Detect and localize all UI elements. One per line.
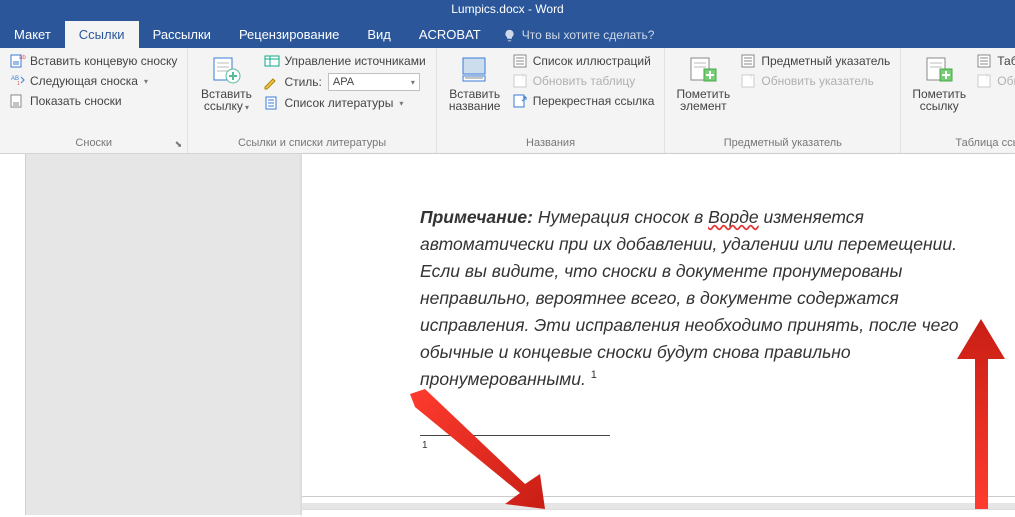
footnote-number[interactable]: 1 bbox=[422, 440, 993, 451]
group-label: Таблица ссылок bbox=[909, 135, 1015, 151]
group-label: Предметный указатель bbox=[673, 135, 892, 151]
svg-text:!: ! bbox=[750, 74, 752, 81]
tab-references[interactable]: Ссылки bbox=[65, 21, 139, 48]
tab-acrobat[interactable]: ACROBAT bbox=[405, 21, 495, 48]
update-icon: ! bbox=[513, 73, 529, 89]
tab-view[interactable]: Вид bbox=[353, 21, 405, 48]
cross-ref-icon bbox=[513, 93, 529, 109]
group-label: Ссылки и списки литературы bbox=[196, 135, 427, 151]
illustrations-icon bbox=[513, 53, 529, 69]
ribbon: ab Вставить концевую сноску AB1 Следующа… bbox=[0, 48, 1015, 154]
update-icon: ! bbox=[977, 73, 993, 89]
svg-text:!: ! bbox=[522, 74, 524, 81]
cross-reference-button[interactable]: Перекрестная ссылка bbox=[511, 92, 657, 110]
group-captions: Вставить название Список иллюстраций ! О… bbox=[437, 48, 666, 153]
style-icon bbox=[262, 74, 278, 90]
show-notes-icon bbox=[10, 93, 26, 109]
group-footnotes: ab Вставить концевую сноску AB1 Следующа… bbox=[0, 48, 188, 153]
svg-text:!: ! bbox=[986, 74, 988, 81]
vertical-ruler[interactable] bbox=[0, 154, 26, 515]
chevron-down-icon: ▾ bbox=[144, 77, 148, 86]
page[interactable]: Примечание: Нумерация сносок в Ворде изм… bbox=[302, 154, 1015, 515]
insert-toa-button[interactable]: Таблица ссыло bbox=[975, 52, 1015, 70]
toa-icon bbox=[977, 53, 993, 69]
next-footnote-icon: AB1 bbox=[10, 73, 26, 89]
group-index: Пометить элемент Предметный указатель ! … bbox=[665, 48, 901, 153]
chevron-down-icon: ▾ bbox=[411, 78, 415, 87]
chevron-down-icon: ▾ bbox=[399, 99, 403, 108]
mark-entry-button[interactable]: Пометить элемент bbox=[673, 52, 733, 112]
caption-icon bbox=[459, 54, 491, 86]
insert-index-button[interactable]: Предметный указатель bbox=[739, 52, 892, 70]
update-toa-button: ! Обновить табл bbox=[975, 72, 1015, 90]
footnote-separator bbox=[420, 435, 610, 436]
document-area: Примечание: Нумерация сносок в Ворде изм… bbox=[0, 154, 1015, 515]
insert-citation-label: Вставить ссылку▾ bbox=[201, 88, 252, 114]
spellcheck-underline: Ворде bbox=[708, 207, 759, 227]
bibliography-icon bbox=[264, 95, 280, 111]
tell-me-text: Что вы хотите сделать? bbox=[522, 28, 655, 42]
manage-sources-button[interactable]: Управление источниками bbox=[262, 52, 427, 70]
svg-text:1: 1 bbox=[17, 81, 20, 87]
group-label: Названия bbox=[445, 135, 657, 151]
mark-citation-button[interactable]: Пометить ссылку bbox=[909, 52, 969, 112]
update-table-button: ! Обновить таблицу bbox=[511, 72, 657, 90]
title-bar: Lumpics.docx - Word bbox=[0, 0, 1015, 20]
insert-caption-button[interactable]: Вставить название bbox=[445, 52, 505, 112]
style-label: Стиль: bbox=[282, 74, 323, 90]
citation-icon bbox=[210, 54, 242, 86]
tab-mailings[interactable]: Рассылки bbox=[139, 21, 225, 48]
index-icon bbox=[741, 53, 757, 69]
update-index-button: ! Обновить указатель bbox=[739, 72, 892, 90]
bulb-icon bbox=[503, 29, 516, 42]
group-toa: Пометить ссылку Таблица ссыло ! Обновить… bbox=[901, 48, 1015, 153]
ribbon-tabs: Макет Ссылки Рассылки Рецензирование Вид… bbox=[0, 20, 1015, 48]
bibliography-button[interactable]: Список литературы ▾ bbox=[262, 94, 427, 112]
manage-sources-icon bbox=[264, 53, 280, 69]
mark-citation-icon bbox=[923, 54, 955, 86]
mark-entry-icon bbox=[687, 54, 719, 86]
show-notes-button[interactable]: Показать сноски bbox=[8, 92, 179, 110]
document-text: Примечание: Нумерация сносок в Ворде изм… bbox=[420, 204, 993, 393]
tab-layout[interactable]: Макет bbox=[0, 21, 65, 48]
dialog-launcher[interactable]: ⬊ bbox=[171, 137, 185, 151]
group-citations: Вставить ссылку▾ Управление источниками … bbox=[188, 48, 436, 153]
tell-me[interactable]: Что вы хотите сделать? bbox=[503, 28, 655, 48]
style-select[interactable]: APA▾ bbox=[328, 73, 420, 91]
svg-text:ab: ab bbox=[19, 55, 26, 61]
next-footnote-button[interactable]: AB1 Следующая сноска ▾ bbox=[8, 72, 179, 90]
note-label: Примечание: bbox=[420, 207, 533, 227]
group-label: Сноски bbox=[8, 135, 179, 151]
endnote-icon: ab bbox=[10, 53, 26, 69]
tab-review[interactable]: Рецензирование bbox=[225, 21, 353, 48]
table-of-figures-button[interactable]: Список иллюстраций bbox=[511, 52, 657, 70]
insert-citation-button[interactable]: Вставить ссылку▾ bbox=[196, 52, 256, 114]
update-icon: ! bbox=[741, 73, 757, 89]
insert-endnote-button[interactable]: ab Вставить концевую сноску bbox=[8, 52, 179, 70]
footnote-reference[interactable]: 1 bbox=[591, 369, 597, 381]
